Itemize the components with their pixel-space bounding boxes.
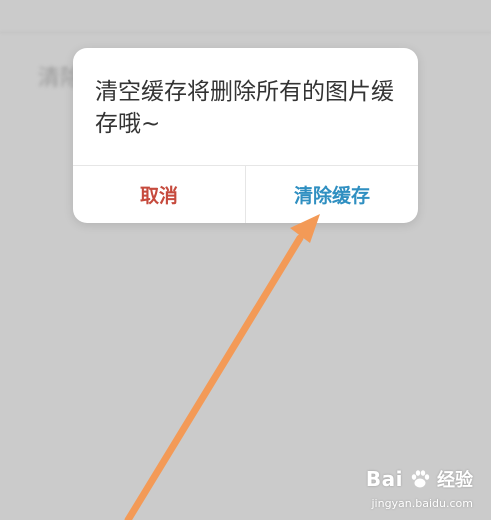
watermark-product: 经验 — [437, 470, 473, 491]
clear-cache-button[interactable]: 清除缓存 — [246, 166, 418, 223]
paw-icon — [411, 470, 430, 488]
dialog-message: 清空缓存将删除所有的图片缓存哦~ — [95, 79, 394, 137]
watermark-brand: Bai — [365, 467, 403, 491]
cancel-button[interactable]: 取消 — [73, 166, 245, 223]
clear-cache-dialog: 清空缓存将删除所有的图片缓存哦~ 取消 清除缓存 — [73, 48, 418, 223]
baidu-watermark: Bai 经验 — [366, 466, 473, 492]
background-divider — [0, 32, 491, 33]
watermark-url: jingyan.baidu.com — [371, 497, 473, 510]
